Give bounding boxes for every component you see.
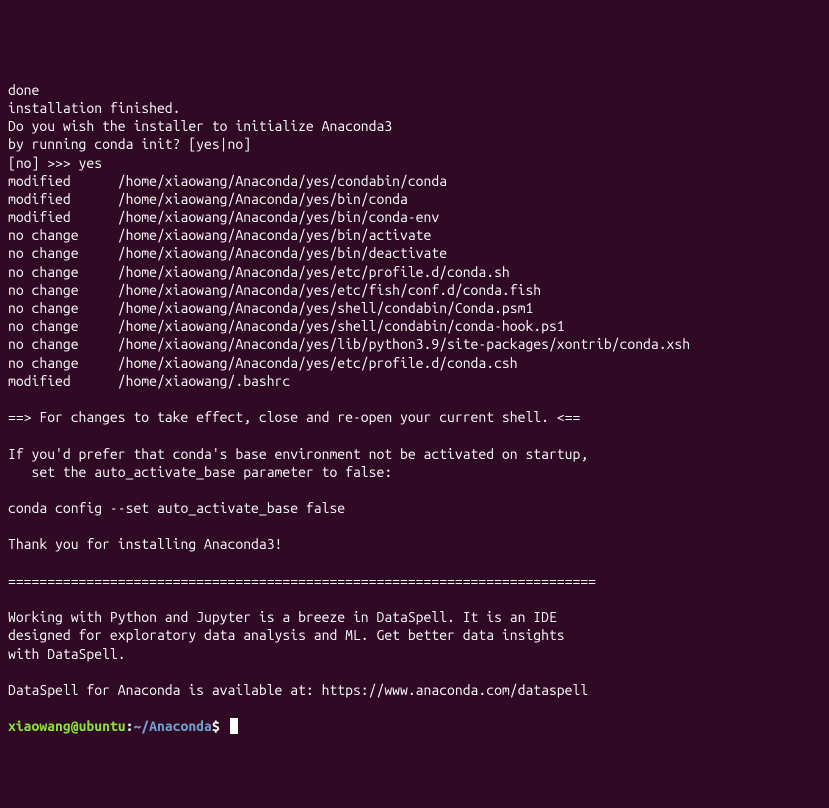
prompt-at: @: [71, 718, 79, 734]
prompt-host: ubuntu: [79, 718, 126, 734]
prompt-user: xiaowang: [8, 718, 71, 734]
shell-prompt[interactable]: xiaowang@ubuntu:~/Anaconda$: [8, 718, 238, 734]
prompt-path: ~/Anaconda: [133, 718, 211, 734]
prompt-dollar: $: [212, 718, 220, 734]
cursor[interactable]: [230, 718, 238, 734]
terminal-output[interactable]: done installation finished. Do you wish …: [8, 81, 821, 718]
prompt-colon: :: [126, 718, 134, 734]
